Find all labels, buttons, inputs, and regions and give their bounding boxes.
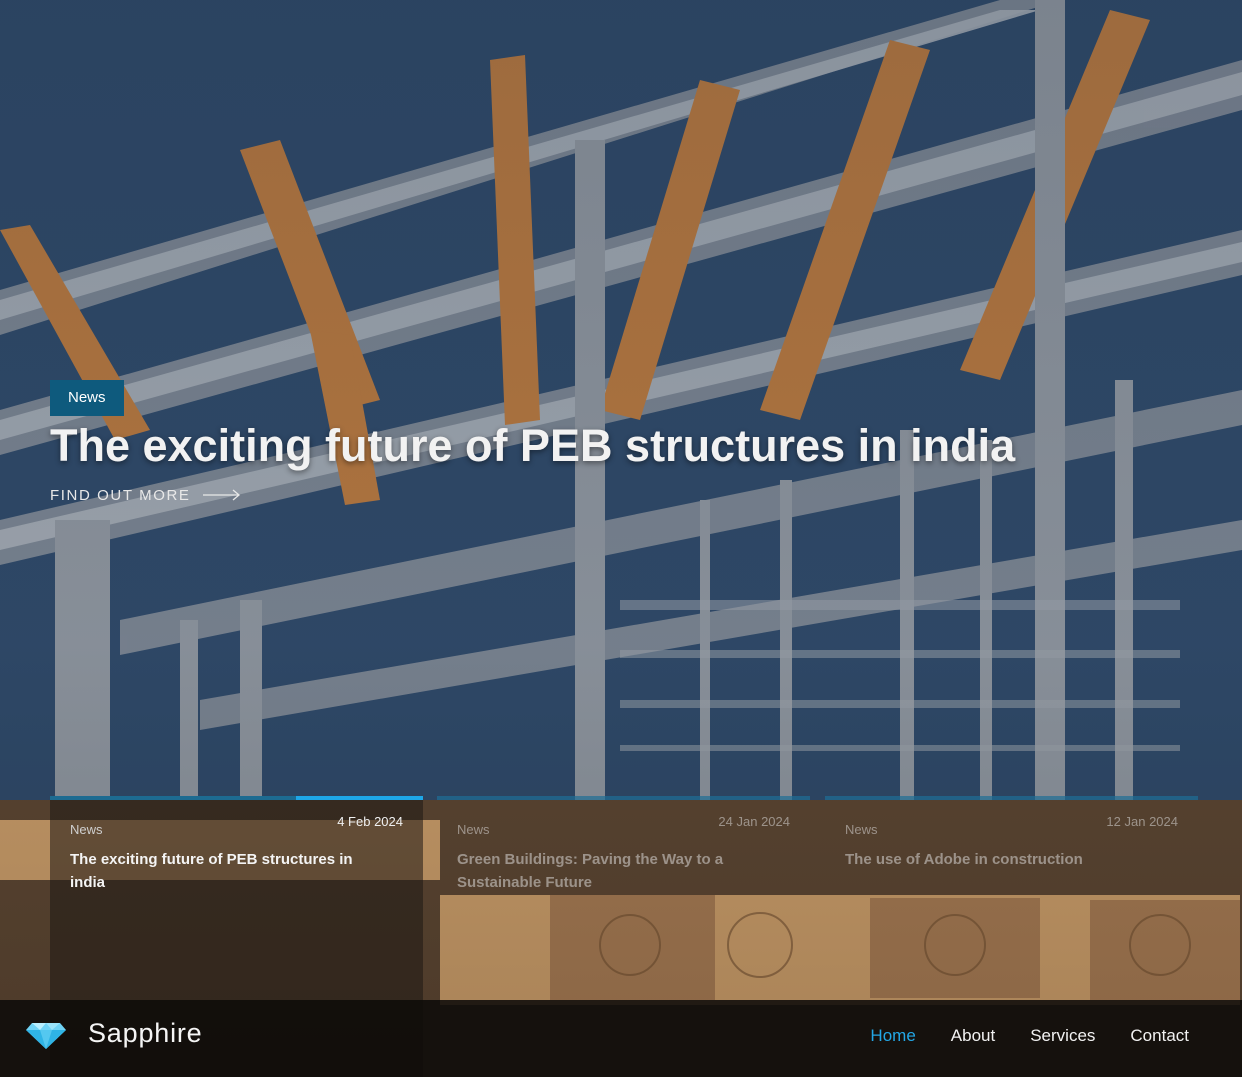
- nav-item-home[interactable]: Home: [870, 1026, 915, 1046]
- main-nav: Home About Services Contact: [870, 1026, 1189, 1046]
- card-date: 4 Feb 2024: [337, 814, 403, 829]
- card-title: The use of Adobe in construction: [845, 851, 1083, 868]
- card-title: Green Buildings: Paving the Way to a Sus…: [457, 851, 724, 891]
- card-date: 24 Jan 2024: [718, 814, 790, 829]
- card-title: The exciting future of PEB structures in…: [70, 851, 353, 891]
- bottom-navbar: Sapphire Home About Services Contact: [0, 1000, 1242, 1077]
- brand-logo[interactable]: Sapphire: [26, 1018, 202, 1049]
- hero-category-tag: News: [50, 380, 124, 416]
- card-date: 12 Jan 2024: [1106, 814, 1178, 829]
- card-progress-fill: [296, 796, 423, 800]
- find-out-more-label: FIND OUT MORE: [50, 486, 191, 504]
- arrow-right-icon: [202, 489, 240, 501]
- gem-icon: [26, 1022, 66, 1049]
- find-out-more-link[interactable]: FIND OUT MORE: [50, 484, 241, 506]
- nav-item-services[interactable]: Services: [1030, 1026, 1095, 1046]
- brand-name: Sapphire: [88, 1018, 203, 1048]
- card-progress-track: [437, 796, 810, 800]
- card-category: News: [457, 822, 490, 837]
- nav-item-contact[interactable]: Contact: [1130, 1026, 1189, 1046]
- card-category: News: [70, 822, 103, 837]
- hero-headline[interactable]: The exciting future of PEB structures in…: [50, 418, 1200, 474]
- card-progress-track: [825, 796, 1198, 800]
- nav-item-about[interactable]: About: [951, 1026, 995, 1046]
- card-category: News: [845, 822, 878, 837]
